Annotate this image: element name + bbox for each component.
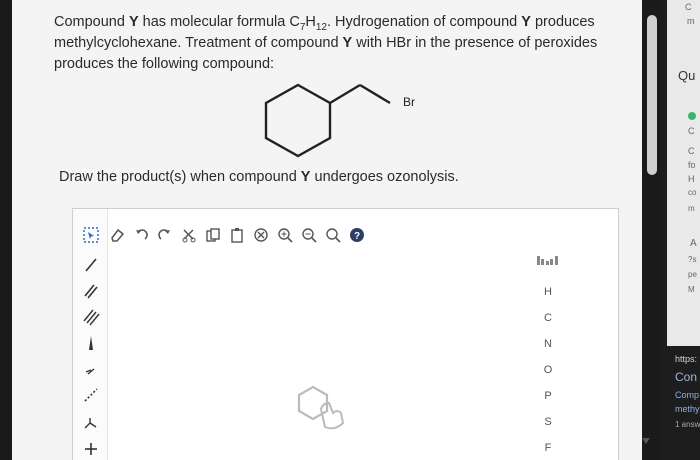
line3: produces the following compound: bbox=[54, 56, 275, 72]
formula-sub-h: 12 bbox=[315, 21, 327, 33]
chain-tool-icon[interactable] bbox=[81, 413, 101, 433]
side-text-9: A bbox=[690, 238, 697, 249]
paste-icon[interactable] bbox=[227, 225, 247, 245]
side-link-answers: 1 answ bbox=[675, 420, 700, 429]
element-p[interactable]: P bbox=[528, 390, 568, 402]
side-text-2: m bbox=[687, 16, 695, 26]
bromine-label: Br bbox=[403, 95, 415, 109]
element-o[interactable]: O bbox=[528, 364, 568, 376]
zoom-in-icon[interactable] bbox=[275, 225, 295, 245]
eraser-icon[interactable] bbox=[107, 225, 127, 245]
periodic-table-icon[interactable] bbox=[537, 254, 559, 266]
zoom-out-icon[interactable] bbox=[299, 225, 319, 245]
help-icon[interactable]: ? bbox=[347, 225, 367, 245]
template-placeholder-icon bbox=[297, 385, 345, 430]
element-n[interactable]: N bbox=[528, 338, 568, 350]
draw-prompt-letter: Y bbox=[300, 169, 311, 185]
side-heading: Qu bbox=[678, 68, 696, 83]
line2-end: with HBr in the presence of peroxides bbox=[356, 35, 598, 51]
top-toolbar: ? bbox=[107, 221, 467, 249]
side-link-line-2[interactable]: methy bbox=[675, 404, 700, 414]
copy-icon[interactable] bbox=[203, 225, 223, 245]
element-h[interactable]: H bbox=[528, 286, 568, 298]
question-page: Compound Y has molecular formula C7H12. … bbox=[12, 0, 642, 460]
draw-prompt-end: undergoes ozonolysis. bbox=[314, 169, 459, 185]
side-text-8: m bbox=[688, 204, 695, 213]
draw-prompt-text: Draw the product(s) when compound bbox=[59, 169, 297, 185]
wedge-bond-icon[interactable] bbox=[81, 333, 101, 353]
left-toolbar bbox=[73, 209, 108, 460]
element-s[interactable]: S bbox=[528, 416, 568, 428]
line1-end: produces bbox=[534, 14, 595, 30]
side-panel: C m Qu C C fo H co m A ?s pe M https: Co… bbox=[660, 0, 700, 460]
double-bond-icon[interactable] bbox=[81, 281, 101, 301]
side-text-5: fo bbox=[688, 160, 696, 170]
side-status-icon bbox=[688, 111, 696, 123]
triple-bond-icon[interactable] bbox=[81, 307, 101, 327]
structure-editor[interactable]: ? H C N O P S F bbox=[72, 208, 619, 460]
page-scrollbar-thumb[interactable] bbox=[647, 15, 657, 175]
side-text-10: ?s bbox=[688, 255, 697, 264]
cut-icon[interactable] bbox=[179, 225, 199, 245]
side-link-url[interactable]: https: bbox=[675, 354, 697, 364]
formula-text: has molecular formula C bbox=[142, 14, 300, 30]
side-link-title[interactable]: Con bbox=[675, 370, 697, 384]
compound-letter: Y bbox=[128, 14, 139, 30]
compound-letter-2: Y bbox=[521, 14, 531, 30]
element-c[interactable]: C bbox=[528, 312, 568, 324]
clear-icon[interactable] bbox=[251, 225, 271, 245]
charge-plus-icon[interactable] bbox=[81, 439, 101, 459]
question-word-compound: Compound bbox=[54, 14, 125, 30]
select-tool-icon[interactable] bbox=[81, 225, 101, 245]
bromomethylcyclohexane-structure: Br bbox=[264, 83, 415, 158]
draw-prompt: Draw the product(s) when compound Y unde… bbox=[59, 169, 459, 185]
side-text-1: C bbox=[685, 2, 692, 12]
side-text-12: M bbox=[688, 285, 695, 294]
single-bond-icon[interactable] bbox=[81, 255, 101, 275]
element-f[interactable]: F bbox=[528, 442, 568, 454]
formula-h: H bbox=[305, 14, 316, 30]
redo-icon[interactable] bbox=[155, 225, 175, 245]
compound-letter-3: Y bbox=[342, 35, 353, 51]
side-text-3: C bbox=[688, 126, 695, 136]
zoom-fit-icon[interactable] bbox=[323, 225, 343, 245]
side-text-11: pe bbox=[688, 270, 697, 279]
line2-start: methylcyclohexane. Treatment of compound bbox=[54, 35, 339, 51]
drawing-canvas[interactable] bbox=[113, 249, 523, 460]
scroll-down-arrow-icon[interactable] bbox=[642, 438, 650, 444]
hash-bond-icon[interactable] bbox=[81, 359, 101, 379]
svg-text:?: ? bbox=[354, 231, 360, 242]
side-link-line-1[interactable]: Comp bbox=[675, 390, 699, 400]
side-panel-light-section bbox=[667, 0, 700, 346]
undo-icon[interactable] bbox=[131, 225, 151, 245]
line1-rest: . Hydrogenation of compound bbox=[327, 14, 518, 30]
question-text: Compound Y has molecular formula C7H12. … bbox=[54, 12, 614, 75]
side-text-4: C bbox=[688, 146, 695, 156]
element-palette: H C N O P S F bbox=[528, 244, 568, 460]
side-text-6: H bbox=[688, 174, 695, 184]
side-text-7: co bbox=[688, 188, 697, 197]
dashed-bond-icon[interactable] bbox=[81, 385, 101, 405]
